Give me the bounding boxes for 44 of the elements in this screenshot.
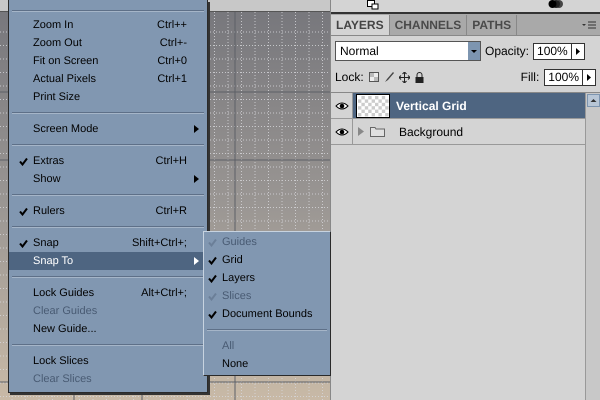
menu-item[interactable]: Fit on Screen Ctrl+0 <box>9 52 207 70</box>
layer-thumbnail-icon <box>356 94 390 118</box>
submenu-arrow-icon <box>194 125 199 133</box>
opacity-field[interactable]: 100% <box>533 42 585 60</box>
menu-item[interactable]: Extras Ctrl+H <box>9 152 207 170</box>
menu-item[interactable]: Zoom Out Ctrl+- <box>9 34 207 52</box>
menu-item[interactable]: Layers <box>204 269 330 287</box>
blend-mode-dropdown[interactable]: Normal <box>335 41 481 61</box>
menu-item[interactable]: Document Bounds <box>204 305 330 323</box>
transparency-lock-icon[interactable] <box>368 72 379 82</box>
menu-item[interactable]: Print Size <box>9 88 207 106</box>
scrollbar[interactable] <box>585 93 600 400</box>
fill-label: Fill: <box>520 69 540 86</box>
arrow-icon <box>587 74 591 80</box>
menu-item[interactable]: Grid <box>204 251 330 269</box>
menu-item[interactable]: Zoom In Ctrl++ <box>9 16 207 34</box>
arrow-icon <box>576 48 580 54</box>
eye-icon[interactable] <box>334 128 348 136</box>
scroll-up-icon[interactable] <box>586 94 600 107</box>
menu-item[interactable]: Show <box>9 170 207 188</box>
menu-item[interactable]: Actual Pixels Ctrl+1 <box>9 70 207 88</box>
fill-field[interactable]: 100% <box>544 68 596 86</box>
panel-tab[interactable]: LAYERS <box>331 15 390 35</box>
layer-row[interactable]: Vertical Grid <box>353 93 585 118</box>
menu-item[interactable]: New Guide... <box>9 320 207 338</box>
menu-item[interactable]: Lock Slices <box>9 352 207 370</box>
menu-item[interactable]: Snap Shift+Ctrl+; <box>9 234 207 252</box>
lock-label: Lock: <box>335 69 364 86</box>
submenu-arrow-icon <box>194 257 199 265</box>
dropdown-arrow-icon <box>471 50 477 52</box>
folder-icon <box>370 126 385 137</box>
resize-icon[interactable] <box>367 0 379 10</box>
menu-item[interactable]: Screen Mode <box>9 120 207 138</box>
brush-icon[interactable] <box>384 72 394 82</box>
menu-item[interactable]: Rulers Ctrl+R <box>9 202 207 220</box>
move-icon[interactable] <box>398 72 410 82</box>
eye-icon[interactable] <box>334 102 348 110</box>
submenu-arrow-icon <box>194 175 199 183</box>
circles-icon[interactable] <box>548 0 564 9</box>
opacity-label: Opacity: <box>485 43 530 60</box>
panel-menu-icon[interactable] <box>582 21 596 29</box>
menu-item[interactable]: None <box>204 355 330 373</box>
lock-icon[interactable] <box>414 72 424 82</box>
menu-item[interactable]: Lock Guides Alt+Ctrl+; <box>9 284 207 302</box>
